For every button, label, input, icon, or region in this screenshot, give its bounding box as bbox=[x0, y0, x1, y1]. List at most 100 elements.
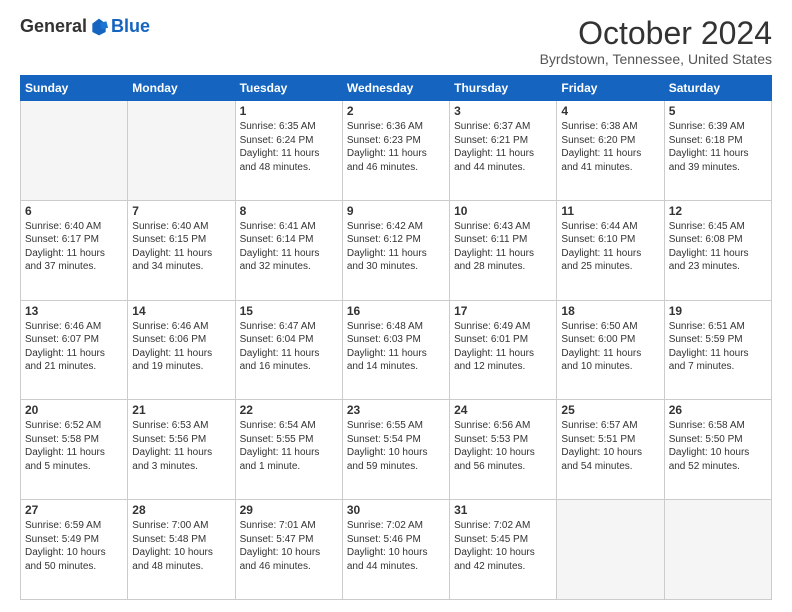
day-number: 2 bbox=[347, 104, 445, 118]
table-row: 14Sunrise: 6:46 AM Sunset: 6:06 PM Dayli… bbox=[128, 300, 235, 400]
day-number: 20 bbox=[25, 403, 123, 417]
day-number: 19 bbox=[669, 304, 767, 318]
day-number: 26 bbox=[669, 403, 767, 417]
header-monday: Monday bbox=[128, 76, 235, 101]
day-number: 28 bbox=[132, 503, 230, 517]
cell-content: Sunrise: 6:35 AM Sunset: 6:24 PM Dayligh… bbox=[240, 120, 338, 174]
day-number: 10 bbox=[454, 204, 552, 218]
calendar-body: 1 Sunrise: 6:35 AM Sunset: 6:24 PM Daylig… bbox=[21, 101, 772, 600]
cell-content: Sunrise: 6:42 AM Sunset: 6:12 PM Dayligh… bbox=[347, 220, 445, 274]
cell-content: Sunrise: 6:36 AM Sunset: 6:23 PM Dayligh… bbox=[347, 120, 445, 174]
table-row: 2 Sunrise: 6:36 AM Sunset: 6:23 PM Daylig… bbox=[342, 101, 449, 201]
table-row: 19 Sunrise: 6:51 AM Sunset: 5:59 PM Dayli… bbox=[664, 300, 771, 400]
table-row bbox=[557, 500, 664, 600]
cell-content: Sunrise: 6:41 AM Sunset: 6:14 PM Dayligh… bbox=[240, 220, 338, 274]
calendar-row: 13Sunrise: 6:46 AM Sunset: 6:07 PM Dayli… bbox=[21, 300, 772, 400]
cell-content: Sunrise: 6:57 AM Sunset: 5:51 PM Dayligh… bbox=[561, 419, 659, 473]
logo-text: General Blue bbox=[20, 16, 150, 37]
cell-content: Sunrise: 6:53 AM Sunset: 5:56 PM Dayligh… bbox=[132, 419, 230, 473]
table-row: 29Sunrise: 7:01 AM Sunset: 5:47 PM Dayli… bbox=[235, 500, 342, 600]
cell-content: Sunrise: 6:48 AM Sunset: 6:03 PM Dayligh… bbox=[347, 320, 445, 374]
table-row bbox=[128, 101, 235, 201]
day-number: 15 bbox=[240, 304, 338, 318]
cell-content: Sunrise: 6:40 AM Sunset: 6:17 PM Dayligh… bbox=[25, 220, 123, 274]
cell-content: Sunrise: 6:49 AM Sunset: 6:01 PM Dayligh… bbox=[454, 320, 552, 374]
header-wednesday: Wednesday bbox=[342, 76, 449, 101]
table-row: 17 Sunrise: 6:49 AM Sunset: 6:01 PM Dayli… bbox=[450, 300, 557, 400]
day-number: 31 bbox=[454, 503, 552, 517]
cell-content: Sunrise: 6:40 AM Sunset: 6:15 PM Dayligh… bbox=[132, 220, 230, 274]
table-row: 1 Sunrise: 6:35 AM Sunset: 6:24 PM Daylig… bbox=[235, 101, 342, 201]
cell-content: Sunrise: 6:39 AM Sunset: 6:18 PM Dayligh… bbox=[669, 120, 767, 174]
cell-content: Sunrise: 6:45 AM Sunset: 6:08 PM Dayligh… bbox=[669, 220, 767, 274]
calendar-row: 20 Sunrise: 6:52 AM Sunset: 5:58 PM Dayli… bbox=[21, 400, 772, 500]
day-number: 25 bbox=[561, 403, 659, 417]
cell-content: Sunrise: 6:56 AM Sunset: 5:53 PM Dayligh… bbox=[454, 419, 552, 473]
table-row: 4 Sunrise: 6:38 AM Sunset: 6:20 PM Daylig… bbox=[557, 101, 664, 201]
cell-content: Sunrise: 7:02 AM Sunset: 5:46 PM Dayligh… bbox=[347, 519, 445, 573]
day-number: 6 bbox=[25, 204, 123, 218]
header-friday: Friday bbox=[557, 76, 664, 101]
calendar-row: 6 Sunrise: 6:40 AM Sunset: 6:17 PM Daylig… bbox=[21, 200, 772, 300]
page: General Blue October 2024 Byrdstown, Ten… bbox=[0, 0, 792, 612]
day-number: 1 bbox=[240, 104, 338, 118]
day-number: 9 bbox=[347, 204, 445, 218]
logo-blue: Blue bbox=[111, 16, 150, 37]
calendar: Sunday Monday Tuesday Wednesday Thursday… bbox=[20, 75, 772, 600]
day-number: 17 bbox=[454, 304, 552, 318]
table-row: 30Sunrise: 7:02 AM Sunset: 5:46 PM Dayli… bbox=[342, 500, 449, 600]
table-row: 6 Sunrise: 6:40 AM Sunset: 6:17 PM Daylig… bbox=[21, 200, 128, 300]
cell-content: Sunrise: 6:46 AM Sunset: 6:07 PM Dayligh… bbox=[25, 320, 123, 374]
table-row: 11Sunrise: 6:44 AM Sunset: 6:10 PM Dayli… bbox=[557, 200, 664, 300]
table-row: 15 Sunrise: 6:47 AM Sunset: 6:04 PM Dayli… bbox=[235, 300, 342, 400]
table-row: 31Sunrise: 7:02 AM Sunset: 5:45 PM Dayli… bbox=[450, 500, 557, 600]
table-row: 28 Sunrise: 7:00 AM Sunset: 5:48 PM Dayli… bbox=[128, 500, 235, 600]
calendar-header-row: Sunday Monday Tuesday Wednesday Thursday… bbox=[21, 76, 772, 101]
day-number: 12 bbox=[669, 204, 767, 218]
day-number: 24 bbox=[454, 403, 552, 417]
cell-content: Sunrise: 6:54 AM Sunset: 5:55 PM Dayligh… bbox=[240, 419, 338, 473]
table-row: 7Sunrise: 6:40 AM Sunset: 6:15 PM Daylig… bbox=[128, 200, 235, 300]
logo-general: General bbox=[20, 16, 87, 37]
table-row: 18 Sunrise: 6:50 AM Sunset: 6:00 PM Dayli… bbox=[557, 300, 664, 400]
location: Byrdstown, Tennessee, United States bbox=[540, 51, 772, 67]
table-row: 3 Sunrise: 6:37 AM Sunset: 6:21 PM Daylig… bbox=[450, 101, 557, 201]
cell-content: Sunrise: 6:38 AM Sunset: 6:20 PM Dayligh… bbox=[561, 120, 659, 174]
day-number: 16 bbox=[347, 304, 445, 318]
table-row: 16 Sunrise: 6:48 AM Sunset: 6:03 PM Dayli… bbox=[342, 300, 449, 400]
header-saturday: Saturday bbox=[664, 76, 771, 101]
calendar-row: 27 Sunrise: 6:59 AM Sunset: 5:49 PM Dayli… bbox=[21, 500, 772, 600]
table-row: 8 Sunrise: 6:41 AM Sunset: 6:14 PM Daylig… bbox=[235, 200, 342, 300]
day-number: 27 bbox=[25, 503, 123, 517]
day-number: 22 bbox=[240, 403, 338, 417]
cell-content: Sunrise: 6:58 AM Sunset: 5:50 PM Dayligh… bbox=[669, 419, 767, 473]
cell-content: Sunrise: 7:00 AM Sunset: 5:48 PM Dayligh… bbox=[132, 519, 230, 573]
cell-content: Sunrise: 6:59 AM Sunset: 5:49 PM Dayligh… bbox=[25, 519, 123, 573]
cell-content: Sunrise: 6:47 AM Sunset: 6:04 PM Dayligh… bbox=[240, 320, 338, 374]
cell-content: Sunrise: 6:51 AM Sunset: 5:59 PM Dayligh… bbox=[669, 320, 767, 374]
cell-content: Sunrise: 6:37 AM Sunset: 6:21 PM Dayligh… bbox=[454, 120, 552, 174]
table-row: 23 Sunrise: 6:55 AM Sunset: 5:54 PM Dayli… bbox=[342, 400, 449, 500]
table-row bbox=[664, 500, 771, 600]
cell-content: Sunrise: 6:50 AM Sunset: 6:00 PM Dayligh… bbox=[561, 320, 659, 374]
cell-content: Sunrise: 6:46 AM Sunset: 6:06 PM Dayligh… bbox=[132, 320, 230, 374]
table-row bbox=[21, 101, 128, 201]
header-tuesday: Tuesday bbox=[235, 76, 342, 101]
day-number: 5 bbox=[669, 104, 767, 118]
day-number: 23 bbox=[347, 403, 445, 417]
logo-icon bbox=[89, 17, 109, 37]
cell-content: Sunrise: 6:55 AM Sunset: 5:54 PM Dayligh… bbox=[347, 419, 445, 473]
day-number: 11 bbox=[561, 204, 659, 218]
day-number: 4 bbox=[561, 104, 659, 118]
day-number: 3 bbox=[454, 104, 552, 118]
cell-content: Sunrise: 7:01 AM Sunset: 5:47 PM Dayligh… bbox=[240, 519, 338, 573]
table-row: 26 Sunrise: 6:58 AM Sunset: 5:50 PM Dayli… bbox=[664, 400, 771, 500]
day-number: 18 bbox=[561, 304, 659, 318]
table-row: 27 Sunrise: 6:59 AM Sunset: 5:49 PM Dayli… bbox=[21, 500, 128, 600]
header: General Blue October 2024 Byrdstown, Ten… bbox=[20, 16, 772, 67]
cell-content: Sunrise: 6:52 AM Sunset: 5:58 PM Dayligh… bbox=[25, 419, 123, 473]
table-row: 13Sunrise: 6:46 AM Sunset: 6:07 PM Dayli… bbox=[21, 300, 128, 400]
table-row: 24 Sunrise: 6:56 AM Sunset: 5:53 PM Dayli… bbox=[450, 400, 557, 500]
day-number: 8 bbox=[240, 204, 338, 218]
table-row: 22 Sunrise: 6:54 AM Sunset: 5:55 PM Dayli… bbox=[235, 400, 342, 500]
